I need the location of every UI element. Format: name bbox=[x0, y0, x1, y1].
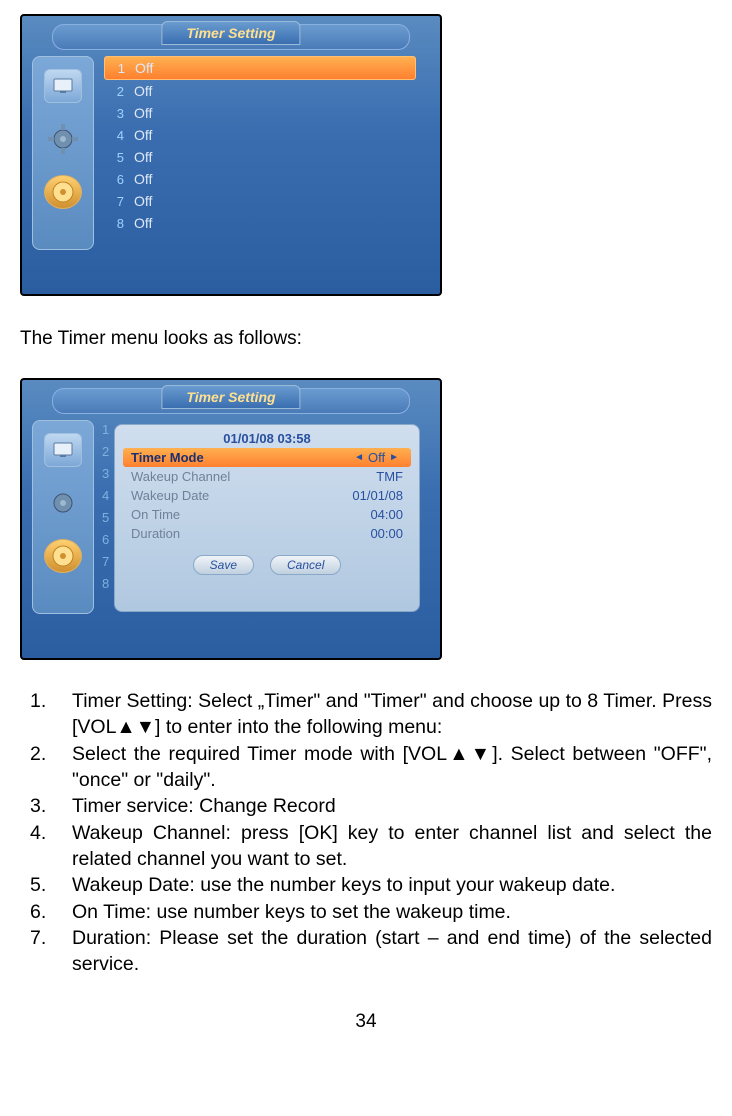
timer-row: 4 Off bbox=[104, 124, 416, 146]
row-value: 01/01/08 bbox=[352, 488, 403, 503]
row-value: Off bbox=[368, 450, 385, 465]
dialog-row-wakeup-date: Wakeup Date 01/01/08 bbox=[123, 486, 411, 505]
list-item: 3. Timer service: Change Record bbox=[20, 793, 712, 819]
side-num: 5 bbox=[102, 510, 109, 526]
instructions-list: 1. Timer Setting: Select „Timer" and "Ti… bbox=[20, 688, 712, 977]
list-item: 2. Select the required Timer mode with [… bbox=[20, 741, 712, 794]
row-label: On Time bbox=[131, 507, 180, 522]
dialog-row-on-time: On Time 04:00 bbox=[123, 505, 411, 524]
item-text: Duration: Please set the duration (start… bbox=[72, 925, 712, 978]
timer-status: Off bbox=[134, 127, 152, 143]
item-text: On Time: use number keys to set the wake… bbox=[72, 899, 712, 925]
dialog-title: Timer Setting bbox=[161, 385, 300, 409]
timer-number: 7 bbox=[110, 194, 124, 209]
side-num: 4 bbox=[102, 488, 109, 504]
side-num: 7 bbox=[102, 554, 109, 570]
dialog-title: Timer Setting bbox=[161, 21, 300, 45]
timer-status: Off bbox=[134, 105, 152, 121]
dialog-row-wakeup-channel: Wakeup Channel TMF bbox=[123, 467, 411, 486]
timer-status: Off bbox=[134, 149, 152, 165]
dialog-datetime: 01/01/08 03:58 bbox=[123, 429, 411, 448]
save-button[interactable]: Save bbox=[193, 555, 254, 575]
item-text: Wakeup Date: use the number keys to inpu… bbox=[72, 872, 712, 898]
row-label: Timer Mode bbox=[131, 450, 204, 465]
timer-dialog: 01/01/08 03:58 Timer Mode ◄ Off ► Wakeup… bbox=[114, 424, 420, 612]
list-item: 7. Duration: Please set the duration (st… bbox=[20, 925, 712, 978]
item-number: 5. bbox=[20, 872, 72, 898]
intro-paragraph: The Timer menu looks as follows: bbox=[20, 328, 712, 350]
item-number: 6. bbox=[20, 899, 72, 925]
item-text: Select the required Timer mode with [VOL… bbox=[72, 741, 712, 794]
cancel-button[interactable]: Cancel bbox=[270, 555, 341, 575]
timer-number: 1 bbox=[111, 61, 125, 76]
timer-status: Off bbox=[135, 60, 153, 76]
row-label: Wakeup Channel bbox=[131, 469, 230, 484]
timer-number: 5 bbox=[110, 150, 124, 165]
timer-row: 8 Off bbox=[104, 212, 416, 234]
timer-number: 6 bbox=[110, 172, 124, 187]
item-number: 1. bbox=[20, 688, 72, 741]
timer-row: 1 Off bbox=[104, 56, 416, 80]
dialog-row-timer-mode: Timer Mode ◄ Off ► bbox=[123, 448, 411, 467]
row-label: Duration bbox=[131, 526, 180, 541]
timer-row: 2 Off bbox=[104, 80, 416, 102]
list-item: 5. Wakeup Date: use the number keys to i… bbox=[20, 872, 712, 898]
item-number: 7. bbox=[20, 925, 72, 978]
item-text: Timer Setting: Select „Timer" and "Timer… bbox=[72, 688, 712, 741]
side-num: 8 bbox=[102, 576, 109, 592]
item-text: Wakeup Channel: press [OK] key to enter … bbox=[72, 820, 712, 873]
row-label: Wakeup Date bbox=[131, 488, 209, 503]
timer-list: 1 Off 2 Off 3 Off 4 Off 5 Off 6 Off bbox=[104, 56, 416, 234]
dialog-row-duration: Duration 00:00 bbox=[123, 524, 411, 543]
row-value: 00:00 bbox=[370, 526, 403, 541]
side-num: 6 bbox=[102, 532, 109, 548]
item-number: 2. bbox=[20, 741, 72, 794]
clock-icon bbox=[44, 539, 82, 573]
list-item: 1. Timer Setting: Select „Timer" and "Ti… bbox=[20, 688, 712, 741]
timer-row: 3 Off bbox=[104, 102, 416, 124]
timer-row: 7 Off bbox=[104, 190, 416, 212]
left-arrow-icon: ◄ bbox=[354, 452, 364, 463]
side-num: 1 bbox=[102, 422, 109, 438]
list-item: 4. Wakeup Channel: press [OK] key to ent… bbox=[20, 820, 712, 873]
item-number: 4. bbox=[20, 820, 72, 873]
right-arrow-icon: ► bbox=[389, 452, 399, 463]
side-num: 3 bbox=[102, 466, 109, 482]
timer-number: 4 bbox=[110, 128, 124, 143]
tv-icon bbox=[44, 69, 82, 103]
side-numbers: 1 2 3 4 5 6 7 8 bbox=[102, 422, 109, 592]
row-value: 04:00 bbox=[370, 507, 403, 522]
tv-icon bbox=[44, 433, 82, 467]
list-item: 6. On Time: use number keys to set the w… bbox=[20, 899, 712, 925]
timer-status: Off bbox=[134, 215, 152, 231]
side-num: 2 bbox=[102, 444, 109, 460]
clock-icon bbox=[44, 175, 82, 209]
gear-icon bbox=[45, 487, 81, 519]
timer-number: 2 bbox=[110, 84, 124, 99]
page-number: 34 bbox=[20, 1011, 712, 1033]
sidebar bbox=[32, 420, 94, 614]
timer-number: 8 bbox=[110, 216, 124, 231]
gear-icon bbox=[45, 123, 81, 155]
button-row: Save Cancel bbox=[123, 555, 411, 575]
item-number: 3. bbox=[20, 793, 72, 819]
timer-row: 6 Off bbox=[104, 168, 416, 190]
row-value: TMF bbox=[376, 469, 403, 484]
timer-number: 3 bbox=[110, 106, 124, 121]
timer-status: Off bbox=[134, 171, 152, 187]
timer-row: 5 Off bbox=[104, 146, 416, 168]
sidebar bbox=[32, 56, 94, 250]
screenshot-timer-dialog: Timer Setting 1 2 3 4 5 6 7 8 01/01/08 0… bbox=[20, 378, 442, 660]
timer-status: Off bbox=[134, 83, 152, 99]
item-text: Timer service: Change Record bbox=[72, 793, 712, 819]
screenshot-timer-list: Timer Setting 1 Off 2 Off 3 Off bbox=[20, 14, 442, 296]
timer-status: Off bbox=[134, 193, 152, 209]
